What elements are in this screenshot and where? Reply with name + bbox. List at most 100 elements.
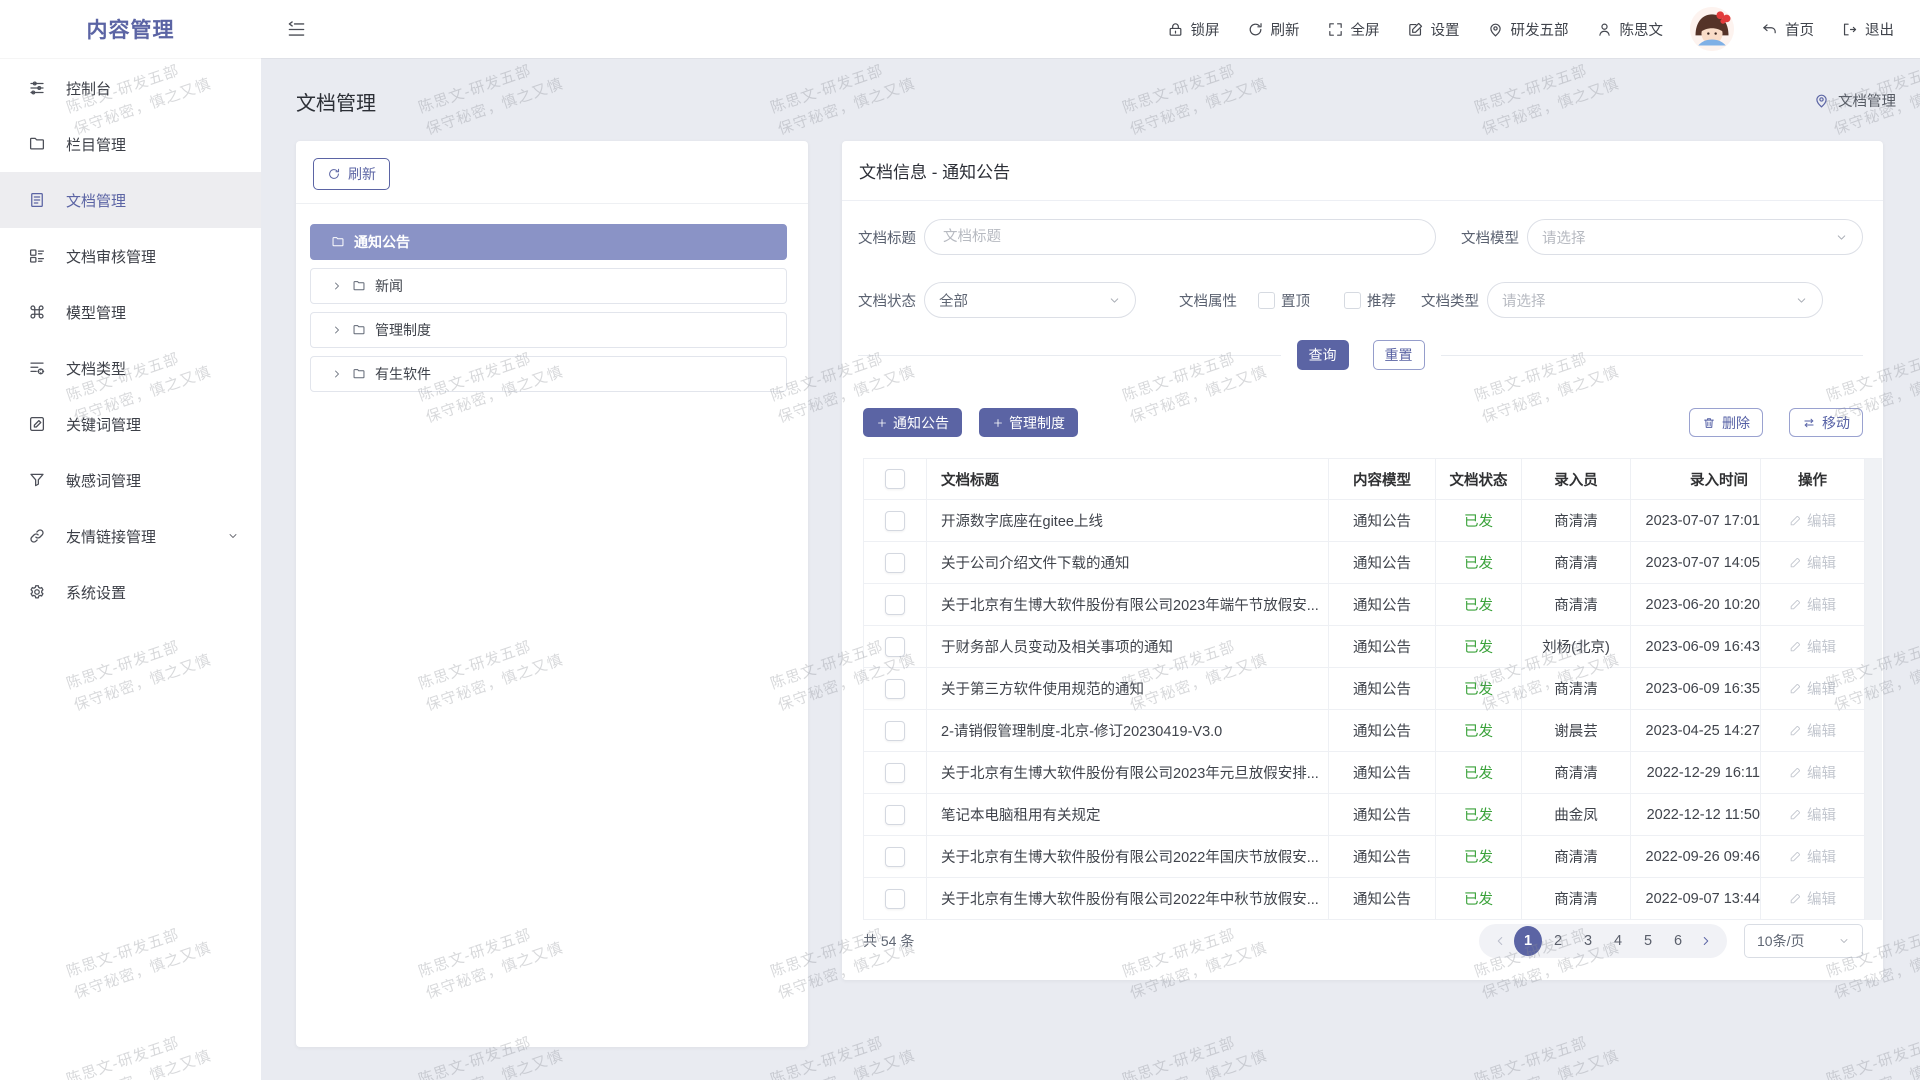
row-checkbox[interactable]: [885, 721, 905, 741]
doc-title-input-wrap: [924, 219, 1436, 255]
doc-model-cell: 通知公告: [1329, 500, 1436, 541]
refresh-icon: [327, 167, 341, 181]
topbar-action-label: 退出: [1865, 19, 1894, 40]
table-scrollbar[interactable]: [1865, 459, 1882, 920]
next-page-button[interactable]: [1694, 926, 1718, 956]
topbar-action-4[interactable]: 设置: [1407, 19, 1460, 40]
status-badge: 已发: [1464, 510, 1493, 531]
sidebar-item-7[interactable]: 关键词管理: [0, 396, 261, 452]
console-icon: [28, 79, 46, 97]
page-number-1[interactable]: 1: [1514, 926, 1542, 956]
tree-node-3[interactable]: 有生软件: [310, 356, 787, 392]
row-checkbox[interactable]: [885, 763, 905, 783]
page-number-2[interactable]: 2: [1544, 926, 1572, 956]
topbar-action-3[interactable]: 全屏: [1327, 19, 1380, 40]
table-header-cell: 录入员: [1522, 459, 1631, 499]
watermark-line2: 保守秘密，慎之又慎: [1127, 1045, 1271, 1080]
row-checkbox[interactable]: [885, 889, 905, 909]
user-avatar[interactable]: [1690, 7, 1734, 51]
sidebar-item-4[interactable]: 文档审核管理: [0, 228, 261, 284]
total-count: 共 54 条: [863, 931, 914, 951]
edit-button[interactable]: 编辑: [1789, 510, 1836, 531]
row-checkbox[interactable]: [885, 679, 905, 699]
tree-node-1[interactable]: 新闻: [310, 268, 787, 304]
row-checkbox[interactable]: [885, 553, 905, 573]
doc-model: 通知公告: [1353, 804, 1411, 825]
doc-model: 通知公告: [1353, 594, 1411, 615]
watermark-line2: 保守秘密，慎之又慎: [1831, 1045, 1920, 1080]
doc-model-select[interactable]: 请选择: [1527, 219, 1863, 255]
edit-button[interactable]: 编辑: [1789, 804, 1836, 825]
tree-node-2[interactable]: 管理制度: [310, 312, 787, 348]
column-label: 录入时间: [1690, 469, 1748, 490]
row-checkbox[interactable]: [885, 637, 905, 657]
page-number-5[interactable]: 5: [1634, 926, 1662, 956]
topbar-action-label: 研发五部: [1511, 19, 1569, 40]
sidebar-item-9[interactable]: 友情链接管理: [0, 508, 261, 564]
breadcrumb-tag[interactable]: 文档管理: [1813, 90, 1896, 111]
chevron-right-icon[interactable]: [331, 324, 343, 336]
edit-button[interactable]: 编辑: [1789, 594, 1836, 615]
sidebar-item-label: 敏感词管理: [66, 470, 141, 491]
topbar-action-6[interactable]: 陈思文: [1596, 19, 1664, 40]
pagination: 共 54 条 123456 10条/页: [863, 923, 1863, 959]
page-number-3[interactable]: 3: [1574, 926, 1602, 956]
attr-recommend-checkbox[interactable]: 推荐: [1344, 290, 1396, 311]
sidebar-item-6[interactable]: 文档类型: [0, 340, 261, 396]
topbar-action-1[interactable]: 锁屏: [1167, 19, 1220, 40]
edit-button[interactable]: 编辑: [1789, 762, 1836, 783]
prev-page-button[interactable]: [1488, 926, 1512, 956]
doc-title-cell: 2-请销假管理制度-北京-修订20230419-V3.0: [927, 710, 1329, 751]
topbar-action-2[interactable]: 刷新: [1247, 19, 1300, 40]
edit-button[interactable]: 编辑: [1789, 678, 1836, 699]
sidebar-item-2[interactable]: 栏目管理: [0, 116, 261, 172]
doc-model: 通知公告: [1353, 888, 1411, 909]
location-icon: [1487, 21, 1504, 38]
edit-button[interactable]: 编辑: [1789, 552, 1836, 573]
topbar-right-action-2[interactable]: 退出: [1841, 19, 1894, 40]
watermark-line1: 陈思文-研发五部: [767, 51, 911, 120]
chevron-right-icon[interactable]: [331, 280, 343, 292]
edit-button[interactable]: 编辑: [1789, 888, 1836, 909]
page-size-select[interactable]: 10条/页: [1744, 924, 1863, 958]
sidebar-collapse-icon[interactable]: [287, 20, 306, 39]
doc-model-cell: 通知公告: [1329, 836, 1436, 877]
doc-type-select[interactable]: 请选择: [1487, 282, 1823, 318]
sidebar-item-8[interactable]: 敏感词管理: [0, 452, 261, 508]
row-checkbox[interactable]: [885, 847, 905, 867]
page-number-4[interactable]: 4: [1604, 926, 1632, 956]
topbar-right-action-1[interactable]: 首页: [1761, 19, 1814, 40]
topbar-action-5[interactable]: 研发五部: [1487, 19, 1569, 40]
sidebar-item-10[interactable]: 系统设置: [0, 564, 261, 620]
add-notice-button[interactable]: 通知公告: [863, 408, 962, 437]
move-icon: [1802, 416, 1816, 430]
add-rule-button[interactable]: 管理制度: [979, 408, 1078, 437]
tree-node-selected[interactable]: 通知公告: [310, 224, 787, 260]
reset-button[interactable]: 重置: [1373, 340, 1425, 370]
chevron-right-icon[interactable]: [331, 368, 343, 380]
row-checkbox[interactable]: [885, 805, 905, 825]
search-button[interactable]: 查询: [1297, 340, 1349, 370]
row-checkbox[interactable]: [885, 511, 905, 531]
pager: 123456: [1479, 924, 1727, 958]
doc-status-select[interactable]: 全部: [924, 282, 1136, 318]
delete-button[interactable]: 删除: [1689, 408, 1763, 437]
select-all-checkbox[interactable]: [885, 469, 905, 489]
move-button[interactable]: 移动: [1789, 408, 1863, 437]
watermark-text: 陈思文-研发五部保守秘密，慎之又慎: [1119, 51, 1270, 141]
attr-top-checkbox[interactable]: 置顶: [1258, 290, 1310, 311]
edit-button[interactable]: 编辑: [1789, 636, 1836, 657]
doc-status-cell: 已发: [1436, 668, 1522, 709]
sidebar-item-1[interactable]: 控制台: [0, 60, 261, 116]
row-checkbox[interactable]: [885, 595, 905, 615]
tree-refresh-button[interactable]: 刷新: [313, 158, 390, 190]
doc-title: 关于公司介绍文件下载的通知: [941, 552, 1130, 573]
page-number-6[interactable]: 6: [1664, 926, 1692, 956]
doc-model-cell: 通知公告: [1329, 542, 1436, 583]
sidebar-item-3[interactable]: 文档管理: [0, 172, 261, 228]
doc-title-input[interactable]: [941, 228, 1419, 246]
edit-button[interactable]: 编辑: [1789, 720, 1836, 741]
checkbox-box: [1258, 292, 1275, 309]
edit-button[interactable]: 编辑: [1789, 846, 1836, 867]
sidebar-item-5[interactable]: 模型管理: [0, 284, 261, 340]
